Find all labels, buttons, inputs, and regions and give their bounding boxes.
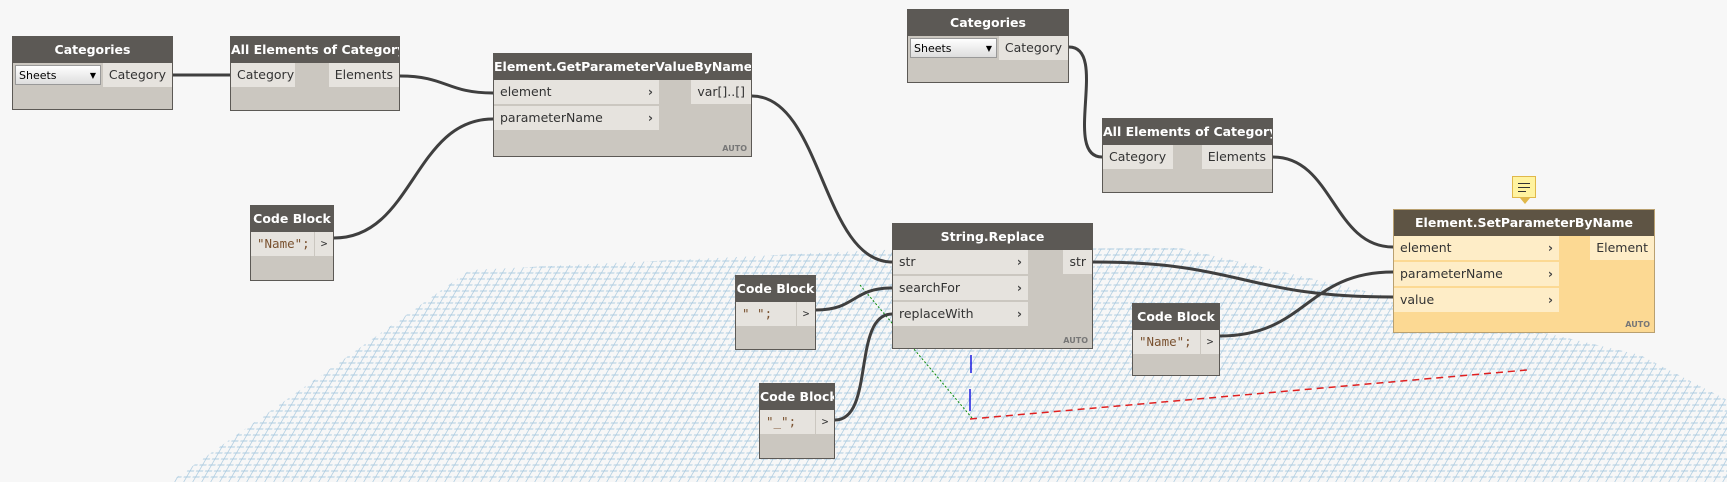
code-text: "Name"; xyxy=(1139,334,1192,349)
output-port-Element[interactable]: Element xyxy=(1590,236,1654,260)
output-port-Elements[interactable]: Elements xyxy=(328,63,399,87)
input-port-value[interactable]: value › xyxy=(1394,288,1559,312)
code-editor[interactable]: "Name"; > xyxy=(251,232,333,256)
category-dropdown[interactable]: Sheets ▼ xyxy=(15,65,101,85)
port-label: searchFor xyxy=(899,280,961,295)
category-dropdown[interactable]: Sheets ▼ xyxy=(910,38,997,58)
chevron-right-icon: › xyxy=(1547,240,1553,255)
output-port[interactable]: > xyxy=(314,232,333,256)
node-title[interactable]: Code Block xyxy=(1133,304,1219,330)
port-label: Element xyxy=(1596,240,1648,255)
caret-down-icon: ▼ xyxy=(89,71,96,80)
node-title[interactable]: Code Block xyxy=(251,206,333,232)
node-title[interactable]: All Elements of Category xyxy=(231,37,399,63)
node-categories-2[interactable]: Categories Sheets ▼ Category xyxy=(907,9,1069,83)
input-port-parameterName[interactable]: parameterName › xyxy=(494,106,659,130)
node-all-elements-2[interactable]: All Elements of Category Category Elements xyxy=(1102,118,1273,193)
lacing-label[interactable]: AUTO xyxy=(1625,320,1650,329)
port-label: Category xyxy=(1109,149,1167,164)
node-title[interactable]: String.Replace xyxy=(893,224,1092,250)
caret-down-icon: ▼ xyxy=(985,44,992,53)
code-editor[interactable]: " "; > xyxy=(736,302,815,326)
input-port-parameterName[interactable]: parameterName › xyxy=(1394,262,1559,286)
dropdown-value: Sheets xyxy=(914,42,952,55)
lacing-label[interactable]: AUTO xyxy=(722,144,747,153)
node-code-block-space[interactable]: Code Block " "; > xyxy=(735,275,816,350)
chevron-right-icon: › xyxy=(647,110,653,125)
node-code-block-name-1[interactable]: Code Block "Name"; > xyxy=(250,205,334,281)
chevron-right-icon: › xyxy=(1016,306,1022,321)
node-title[interactable]: Element.SetParameterByName xyxy=(1394,210,1654,236)
port-label: value xyxy=(1400,292,1435,307)
output-port-Elements[interactable]: Elements xyxy=(1201,145,1272,169)
chevron-right-icon: › xyxy=(1016,254,1022,269)
output-port[interactable]: > xyxy=(815,410,834,434)
port-label: Category xyxy=(237,67,295,82)
node-get-parameter[interactable]: Element.GetParameterValueByName element › p… xyxy=(493,53,752,157)
lacing-label[interactable]: AUTO xyxy=(1063,336,1088,345)
code-text: "_"; xyxy=(766,414,797,429)
node-title[interactable]: All Elements of Category xyxy=(1103,119,1272,145)
input-port-element[interactable]: element › xyxy=(1394,236,1559,260)
connector-wire[interactable] xyxy=(333,117,494,240)
input-port-searchFor[interactable]: searchFor › xyxy=(893,276,1028,300)
node-title[interactable]: Code Block xyxy=(736,276,815,302)
node-title[interactable]: Element.GetParameterValueByName xyxy=(494,54,751,80)
code-editor[interactable]: "Name"; > xyxy=(1133,330,1219,354)
port-label: str xyxy=(1069,254,1086,269)
connector-wire[interactable] xyxy=(751,94,893,264)
output-port-var[]..[][interactable]: var[]..[] xyxy=(691,80,751,104)
code-editor[interactable]: "_"; > xyxy=(760,410,834,434)
port-label: replaceWith xyxy=(899,306,974,321)
node-code-block-underscore[interactable]: Code Block "_"; > xyxy=(759,383,835,459)
connector-wire[interactable] xyxy=(399,74,494,95)
node-title[interactable]: Categories xyxy=(908,10,1068,36)
output-port-str[interactable]: str xyxy=(1063,250,1092,274)
comment-note-icon[interactable] xyxy=(1512,176,1536,204)
output-port-Category[interactable]: Category xyxy=(998,36,1068,60)
chevron-right-icon: › xyxy=(647,84,653,99)
connector-wire[interactable] xyxy=(1272,155,1394,249)
port-label: Elements xyxy=(1207,149,1266,164)
port-label: element xyxy=(1400,240,1452,255)
port-label: str xyxy=(899,254,916,269)
port-label: element xyxy=(500,84,552,99)
node-code-block-name-2[interactable]: Code Block "Name"; > xyxy=(1132,303,1220,376)
input-port-str[interactable]: str › xyxy=(893,250,1028,274)
node-all-elements-1[interactable]: All Elements of Category Category Elements xyxy=(230,36,400,111)
node-title[interactable]: Code Block xyxy=(760,384,834,410)
input-port-Category[interactable]: Category xyxy=(1103,145,1173,169)
chevron-right-icon: › xyxy=(1016,280,1022,295)
connector-wire[interactable] xyxy=(1068,45,1103,159)
port-label: Category xyxy=(108,67,166,82)
port-label: Elements xyxy=(334,67,393,82)
output-port[interactable]: > xyxy=(1200,330,1219,354)
port-label: Category xyxy=(1004,40,1062,55)
node-title[interactable]: Categories xyxy=(13,37,172,63)
node-categories-1[interactable]: Categories Sheets ▼ Category xyxy=(12,36,173,110)
input-port-element[interactable]: element › xyxy=(494,80,659,104)
input-port-replaceWith[interactable]: replaceWith › xyxy=(893,302,1028,326)
chevron-right-icon: › xyxy=(1547,292,1553,307)
output-port[interactable]: > xyxy=(796,302,815,326)
node-set-parameter[interactable]: Element.SetParameterByName element › parame… xyxy=(1393,209,1655,333)
node-string-replace[interactable]: String.Replace str › searchFor › replaceWith ›… xyxy=(892,223,1093,349)
code-text: " "; xyxy=(742,306,773,321)
port-label: parameterName xyxy=(1400,266,1503,281)
input-port-Category[interactable]: Category xyxy=(231,63,295,87)
code-text: "Name"; xyxy=(257,236,310,251)
port-label: parameterName xyxy=(500,110,603,125)
chevron-right-icon: › xyxy=(1547,266,1553,281)
port-label: var[]..[] xyxy=(697,84,745,99)
output-port-Category[interactable]: Category xyxy=(102,63,172,87)
dropdown-value: Sheets xyxy=(19,69,57,82)
